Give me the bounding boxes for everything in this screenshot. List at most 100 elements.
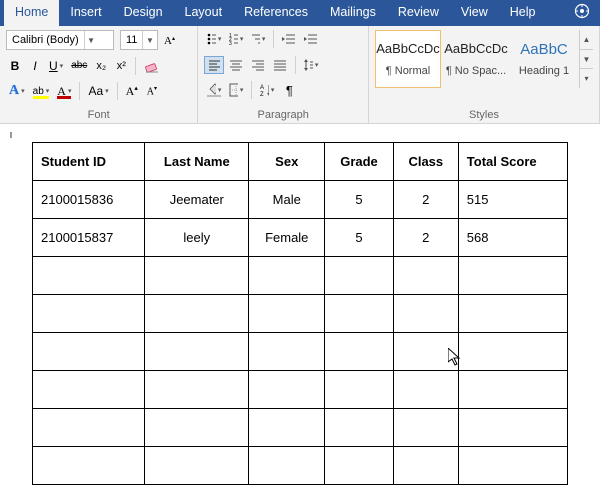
separator — [273, 30, 274, 48]
tab-bar: Home Insert Design Layout References Mai… — [0, 0, 600, 26]
cell-sex[interactable]: Female — [249, 219, 325, 257]
numbering-icon: 123 — [229, 32, 237, 46]
group-styles: AaBbCcDc ¶ Normal AaBbCcDc ¶ No Spac... … — [369, 26, 600, 123]
group-label-font: Font — [6, 107, 191, 121]
font-size-combo[interactable]: 11 ▼ — [120, 30, 158, 50]
change-case-button[interactable]: Aa — [85, 81, 111, 101]
svg-text:Z: Z — [260, 92, 264, 97]
svg-text:3: 3 — [229, 41, 232, 46]
cell-grade[interactable]: 5 — [325, 219, 394, 257]
tab-references[interactable]: References — [233, 0, 319, 26]
style-no-spacing[interactable]: AaBbCcDc ¶ No Spac... — [443, 30, 509, 88]
align-left-button[interactable] — [204, 56, 224, 74]
style-heading-1[interactable]: AaBbC Heading 1 — [511, 30, 577, 88]
cell-last[interactable]: Jeemater — [145, 181, 249, 219]
tab-review[interactable]: Review — [387, 0, 450, 26]
highlight-button[interactable]: ab — [30, 81, 53, 101]
table-row[interactable]: 2100015836JeematerMale52515 — [33, 181, 568, 219]
decrease-indent-button[interactable] — [279, 30, 299, 48]
tab-design[interactable]: Design — [113, 0, 174, 26]
justify-button[interactable] — [270, 56, 290, 74]
table-row-empty[interactable] — [33, 333, 568, 371]
bullets-icon — [207, 32, 215, 46]
font-name-combo[interactable]: Calibri (Body) ▼ — [6, 30, 114, 50]
cell-id[interactable]: 2100015836 — [33, 181, 145, 219]
tell-me-icon[interactable] — [568, 0, 600, 26]
table-header-row[interactable]: Student ID Last Name Sex Grade Class Tot… — [33, 143, 568, 181]
cell-last[interactable]: leely — [145, 219, 249, 257]
italic-button[interactable]: I — [26, 56, 44, 76]
table-header[interactable]: Last Name — [145, 143, 249, 181]
shrink-font-button[interactable]: A▾ — [143, 81, 161, 101]
table-row[interactable]: 2100015837leelyFemale52568 — [33, 219, 568, 257]
shading-button[interactable] — [204, 81, 224, 99]
tab-home[interactable]: Home — [4, 0, 59, 26]
styles-scroll-down[interactable]: ▼ — [580, 50, 593, 70]
clear-formatting-button[interactable] — [141, 56, 163, 76]
borders-icon — [229, 83, 237, 97]
multilevel-list-button[interactable] — [248, 30, 268, 48]
tab-layout[interactable]: Layout — [174, 0, 234, 26]
table-header[interactable]: Grade — [325, 143, 394, 181]
cell-grade[interactable]: 5 — [325, 181, 394, 219]
show-marks-button[interactable]: ¶ — [279, 81, 299, 99]
shading-swatch — [207, 95, 221, 97]
table-row-empty[interactable] — [33, 371, 568, 409]
table-row-empty[interactable] — [33, 295, 568, 333]
svg-text:A: A — [164, 35, 172, 47]
sort-icon: AZ — [260, 83, 268, 97]
text-effects-button[interactable]: A — [6, 81, 28, 101]
document-area[interactable]: Student ID Last Name Sex Grade Class Tot… — [0, 124, 600, 500]
align-left-icon — [208, 58, 220, 72]
separator — [79, 82, 80, 100]
font-color-button[interactable]: A — [54, 81, 74, 101]
document-table[interactable]: Student ID Last Name Sex Grade Class Tot… — [32, 142, 568, 485]
table-row-empty[interactable] — [33, 447, 568, 485]
align-center-button[interactable] — [226, 56, 246, 74]
sort-button[interactable]: AZ — [257, 81, 277, 99]
increase-indent-button[interactable] — [301, 30, 321, 48]
group-font: Calibri (Body) ▼ 11 ▼ A▴ B I U abc x₂ x² — [0, 26, 198, 123]
grow-font-button[interactable]: A▴ — [160, 30, 180, 50]
strikethrough-button[interactable]: abc — [68, 56, 90, 76]
highlight-icon: ab — [33, 86, 44, 97]
borders-button[interactable] — [226, 81, 246, 99]
table-row-empty[interactable] — [33, 257, 568, 295]
group-label-paragraph: Paragraph — [204, 107, 362, 121]
pilcrow-icon: ¶ — [286, 83, 293, 98]
tab-help[interactable]: Help — [499, 0, 547, 26]
styles-expand[interactable]: ▾ — [580, 69, 593, 88]
ruler-tick — [10, 132, 12, 138]
cell-class[interactable]: 2 — [393, 181, 458, 219]
tab-mailings[interactable]: Mailings — [319, 0, 387, 26]
cell-class[interactable]: 2 — [393, 219, 458, 257]
table-header[interactable]: Total Score — [458, 143, 567, 181]
table-header[interactable]: Class — [393, 143, 458, 181]
table-header[interactable]: Student ID — [33, 143, 145, 181]
cell-sex[interactable]: Male — [249, 181, 325, 219]
tab-insert[interactable]: Insert — [59, 0, 112, 26]
bullets-button[interactable] — [204, 30, 224, 48]
tab-view[interactable]: View — [450, 0, 499, 26]
cell-score[interactable]: 568 — [458, 219, 567, 257]
styles-scroll-up[interactable]: ▲ — [580, 30, 593, 50]
style-normal[interactable]: AaBbCcDc ¶ Normal — [375, 30, 441, 88]
subscript-button[interactable]: x₂ — [92, 56, 110, 76]
multilevel-icon — [251, 32, 259, 46]
chevron-down-icon: ▼ — [142, 31, 156, 49]
table-row-empty[interactable] — [33, 409, 568, 447]
table-header[interactable]: Sex — [249, 143, 325, 181]
svg-text:▴: ▴ — [172, 36, 175, 42]
line-spacing-icon — [304, 58, 312, 72]
numbering-button[interactable]: 123 — [226, 30, 246, 48]
separator — [117, 82, 118, 100]
cell-id[interactable]: 2100015837 — [33, 219, 145, 257]
cell-score[interactable]: 515 — [458, 181, 567, 219]
justify-icon — [273, 58, 287, 72]
underline-button[interactable]: U — [46, 56, 66, 76]
bold-button[interactable]: B — [6, 56, 24, 76]
superscript-button[interactable]: x² — [112, 56, 130, 76]
line-spacing-button[interactable] — [301, 56, 321, 74]
align-right-button[interactable] — [248, 56, 268, 74]
grow-font-alt-button[interactable]: A▴ — [123, 81, 141, 101]
